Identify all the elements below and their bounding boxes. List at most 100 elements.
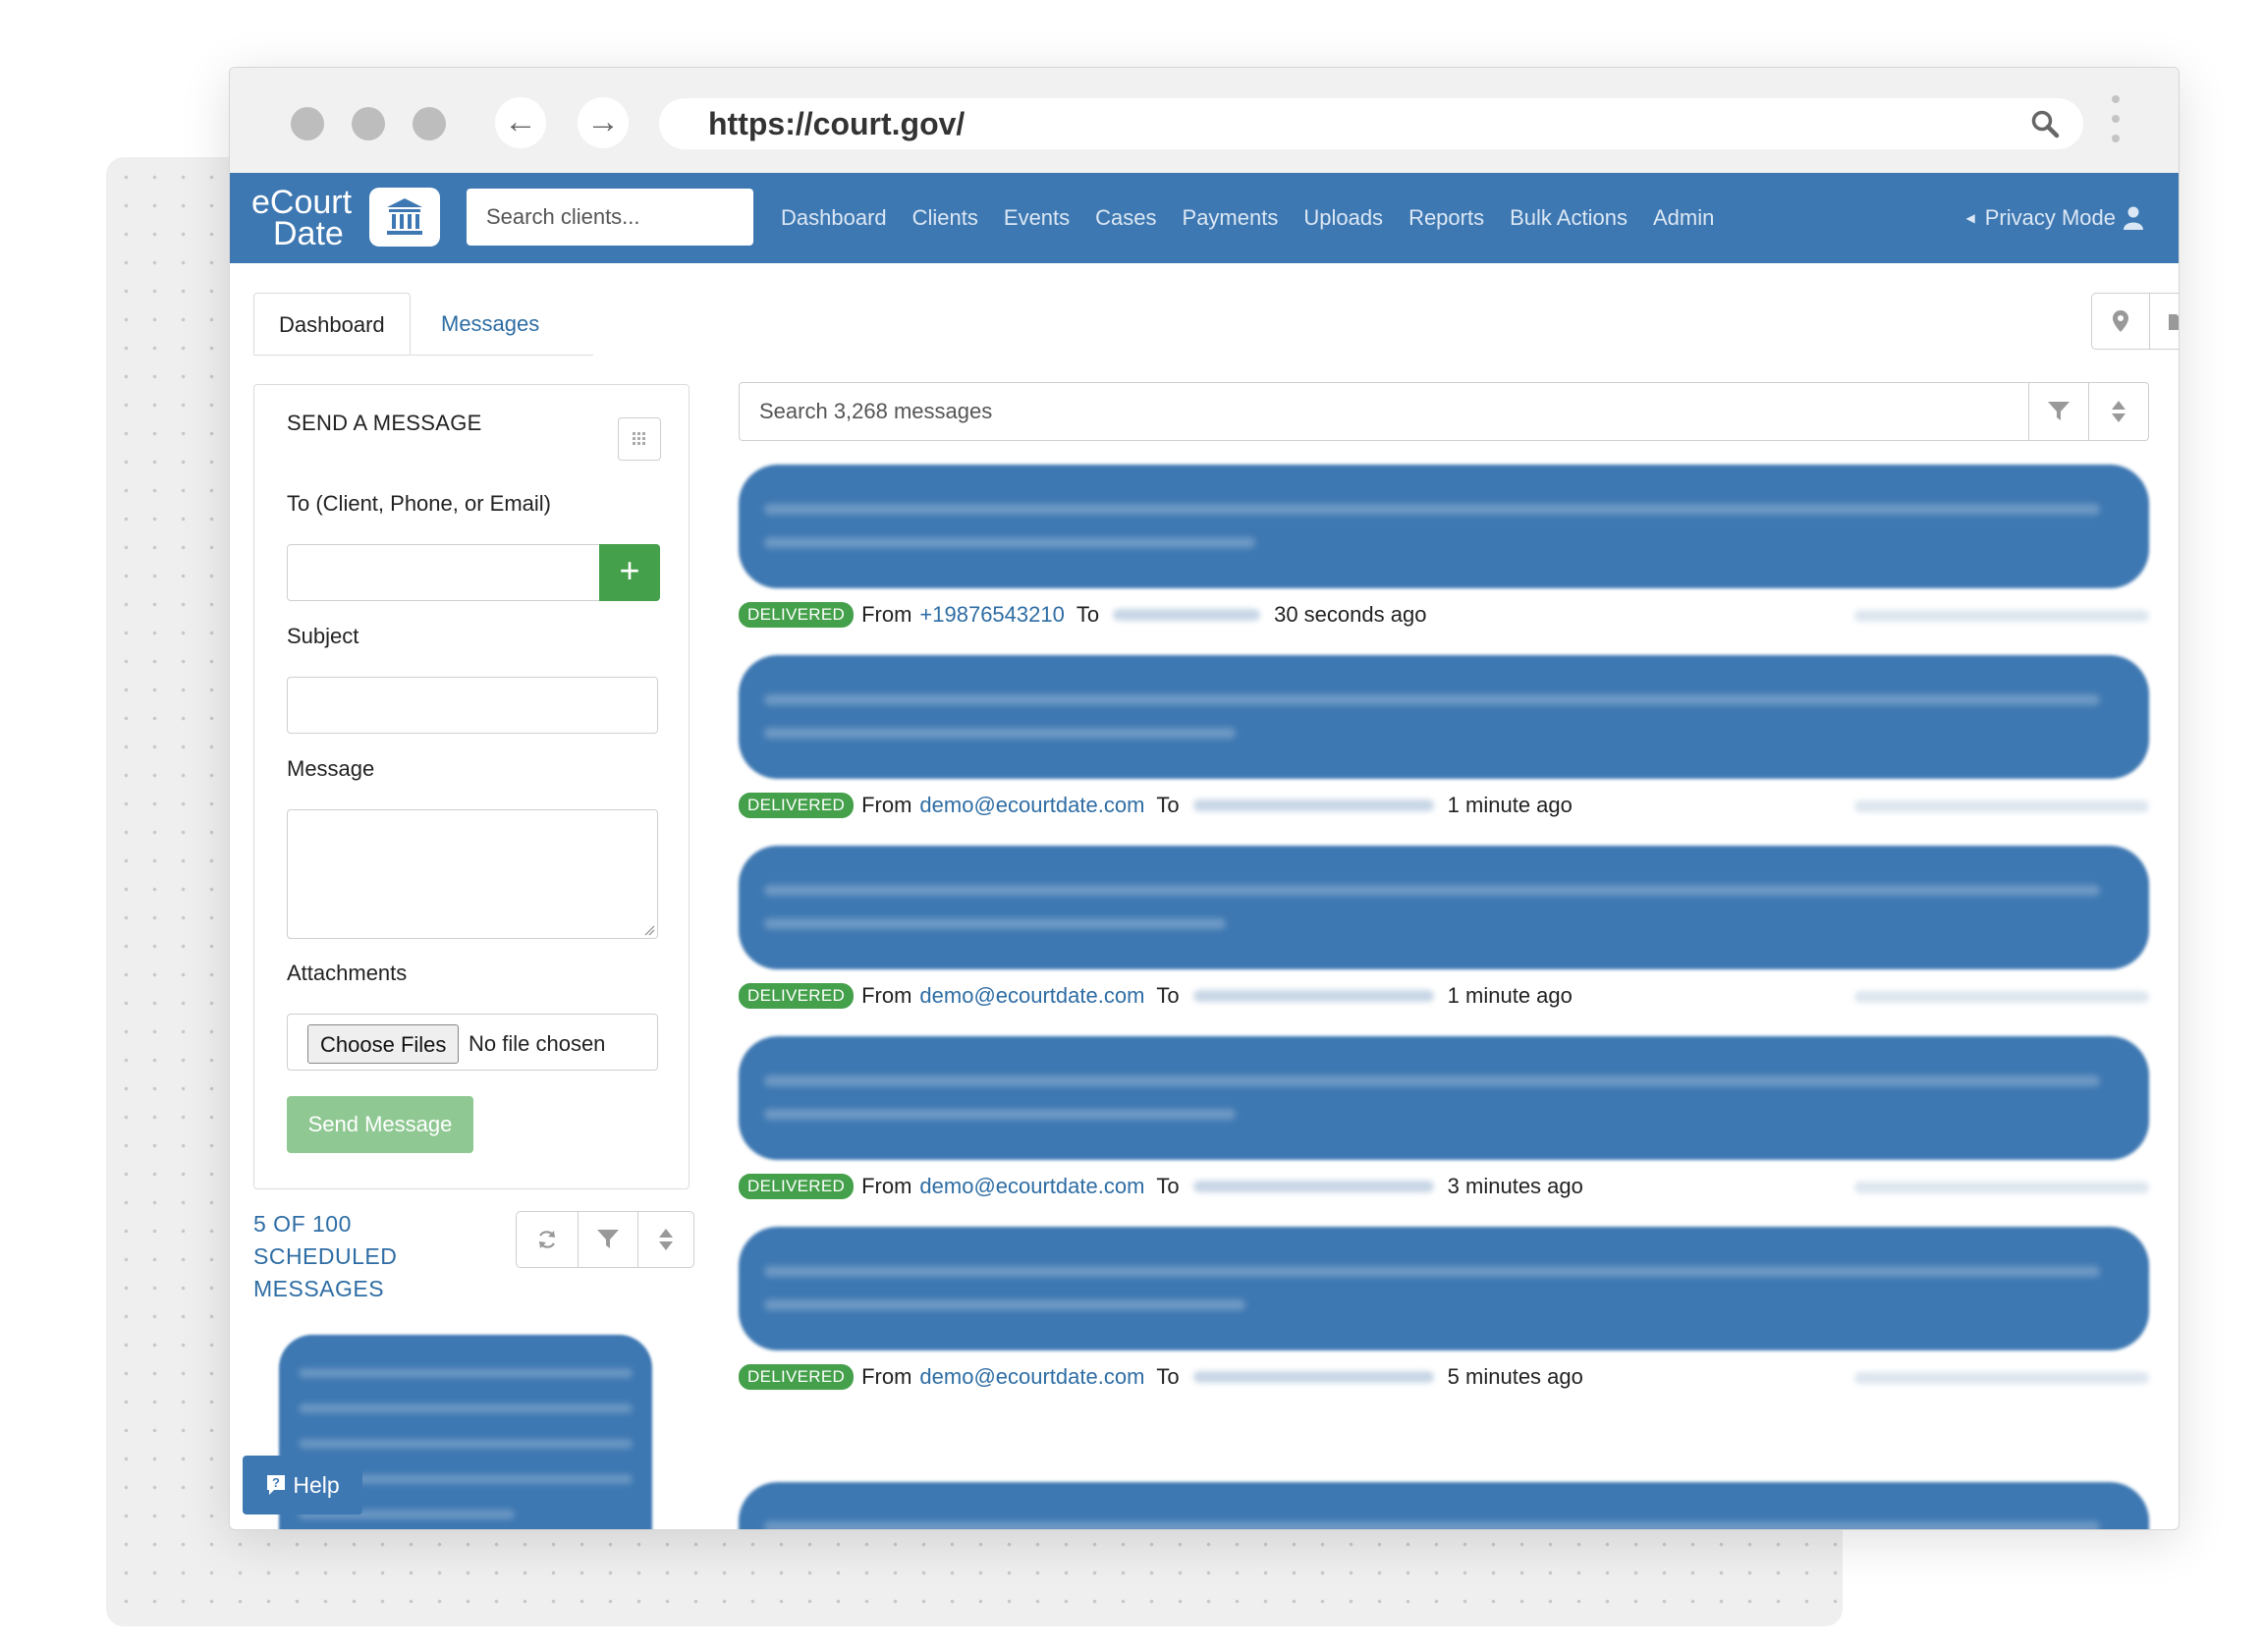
message-bubble[interactable]	[739, 1482, 2149, 1529]
recipient-redacted	[1192, 799, 1434, 811]
back-arrow-icon[interactable]: ←	[495, 97, 546, 148]
send-message-title: SEND A MESSAGE	[287, 411, 482, 435]
nav-payments[interactable]: Payments	[1183, 205, 1279, 231]
send-message-panel: SEND A MESSAGE To (Client, Phone, or Ema…	[253, 384, 690, 1189]
message-bubble[interactable]	[739, 655, 2149, 779]
scheduled-count[interactable]: 5 OF 100 SCHEDULED MESSAGES	[253, 1208, 450, 1305]
add-recipient-button[interactable]: +	[599, 544, 660, 601]
message-time: 3 minutes ago	[1447, 1174, 1583, 1198]
nav-clients[interactable]: Clients	[912, 205, 978, 231]
message-item: DELIVERED From demo@ecourtdate.com To 5 …	[739, 1227, 2149, 1417]
message-bubble[interactable]	[739, 1036, 2149, 1160]
message-item: DELIVERED From demo@ecourtdate.com To 1 …	[739, 846, 2149, 1036]
nav-events[interactable]: Events	[1004, 205, 1070, 231]
message-filter-icon[interactable]	[2028, 383, 2088, 440]
nav-uploads[interactable]: Uploads	[1303, 205, 1383, 231]
to-label: To	[1156, 793, 1180, 817]
message-bubble[interactable]	[739, 465, 2149, 588]
message-meta: DELIVERED From demo@ecourtdate.com To 1 …	[739, 981, 2149, 1011]
subject-input[interactable]	[287, 677, 658, 734]
more-menu-icon[interactable]	[2112, 95, 2120, 154]
status-badge: DELIVERED	[739, 983, 855, 1009]
nav-reports[interactable]: Reports	[1408, 205, 1484, 231]
logo-line-1: eCourt	[251, 184, 353, 221]
map-pin-icon[interactable]	[2092, 294, 2150, 349]
nav-cases[interactable]: Cases	[1095, 205, 1156, 231]
event-link-redacted	[1854, 991, 2149, 1003]
grid-icon[interactable]	[618, 417, 661, 461]
to-label: To	[1156, 983, 1180, 1008]
filter-icon[interactable]	[579, 1212, 638, 1267]
sort-icon[interactable]	[638, 1212, 693, 1267]
folder-icon[interactable]	[2150, 294, 2179, 349]
question-icon: ?	[267, 1475, 286, 1495]
nav-admin[interactable]: Admin	[1653, 205, 1714, 231]
message-item: DELIVERED From demo@ecourtdate.com To 1 …	[739, 655, 2149, 846]
choose-files-button[interactable]: Choose Files	[307, 1024, 460, 1064]
event-link-redacted	[1854, 1182, 2149, 1193]
message-sort-icon[interactable]	[2088, 383, 2148, 440]
app-navbar: eCourt Date Dashboard Clients Events Cas…	[230, 173, 2179, 263]
message-search-input[interactable]	[740, 383, 2056, 440]
message-meta: DELIVERED From demo@ecourtdate.com To 3 …	[739, 1172, 2149, 1201]
from-label: From	[861, 602, 912, 627]
no-file-text: No file chosen	[469, 1031, 606, 1056]
subject-label: Subject	[287, 624, 359, 648]
privacy-mode-toggle[interactable]: ◀ Privacy Mode	[1965, 173, 2143, 263]
page-tabs: Dashboard Messages	[253, 293, 593, 356]
client-search-input[interactable]	[467, 189, 753, 246]
message-search	[739, 382, 2149, 441]
scheduled-tools-group	[516, 1211, 694, 1268]
browser-window: ← → https://court.gov/ eCourt Date Searc…	[229, 67, 2180, 1530]
privacy-mode-label: Privacy Mode	[1984, 205, 2116, 230]
refresh-icon[interactable]	[517, 1212, 579, 1267]
url-text: https://court.gov/	[708, 106, 966, 141]
sender-link[interactable]: demo@ecourtdate.com	[919, 1364, 1144, 1390]
tab-dashboard[interactable]: Dashboard	[253, 293, 411, 355]
browser-chrome: ← → https://court.gov/	[230, 68, 2179, 173]
attachments-label: Attachments	[287, 961, 408, 985]
sender-link[interactable]: demo@ecourtdate.com	[919, 793, 1144, 818]
logo-line-2: Date	[273, 215, 344, 252]
window-close-dot[interactable]	[291, 107, 324, 140]
sender-link[interactable]: demo@ecourtdate.com	[919, 1174, 1144, 1199]
to-label: To (Client, Phone, or Email)	[287, 491, 551, 516]
search-icon[interactable]	[2030, 109, 2060, 138]
recipient-input[interactable]	[287, 544, 601, 601]
nav-bulk-actions[interactable]: Bulk Actions	[1510, 205, 1628, 231]
help-button[interactable]: ? Help	[243, 1456, 362, 1514]
status-badge: DELIVERED	[739, 793, 855, 818]
window-maximize-dot[interactable]	[413, 107, 446, 140]
courthouse-icon	[369, 188, 440, 247]
window-minimize-dot[interactable]	[352, 107, 385, 140]
recipient-redacted	[1192, 990, 1434, 1002]
user-icon	[2124, 206, 2143, 230]
message-meta: DELIVERED From demo@ecourtdate.com To 1 …	[739, 791, 2149, 820]
event-link-redacted	[1854, 1372, 2149, 1384]
event-link-redacted	[1854, 800, 2149, 812]
event-link-redacted	[1854, 610, 2149, 622]
message-item: DELIVERED From demo@ecourtdate.com To 3 …	[739, 1036, 2149, 1227]
app-logo[interactable]: eCourt Date	[251, 184, 353, 252]
from-label: From	[861, 1174, 912, 1198]
view-toggle-group	[2091, 293, 2179, 350]
resize-handle-icon[interactable]	[643, 924, 655, 936]
message-bubble[interactable]	[739, 846, 2149, 969]
message-feed: DELIVERED From +19876543210 To 30 second…	[739, 465, 2149, 1417]
sender-link[interactable]: demo@ecourtdate.com	[919, 983, 1144, 1009]
sender-link[interactable]: +19876543210	[919, 602, 1064, 628]
from-label: From	[861, 983, 912, 1008]
to-label: To	[1156, 1174, 1180, 1198]
recipient-redacted	[1192, 1371, 1434, 1383]
send-message-button[interactable]: Send Message	[287, 1096, 473, 1153]
message-time: 1 minute ago	[1447, 983, 1573, 1008]
tab-messages[interactable]: Messages	[416, 293, 564, 355]
forward-arrow-icon[interactable]: →	[578, 97, 629, 148]
address-bar[interactable]: https://court.gov/	[659, 98, 2083, 149]
nav-dashboard[interactable]: Dashboard	[781, 205, 887, 231]
from-label: From	[861, 1364, 912, 1389]
message-textarea[interactable]	[287, 809, 658, 939]
message-label: Message	[287, 756, 375, 781]
recipient-redacted	[1192, 1181, 1434, 1192]
message-bubble[interactable]	[739, 1227, 2149, 1350]
